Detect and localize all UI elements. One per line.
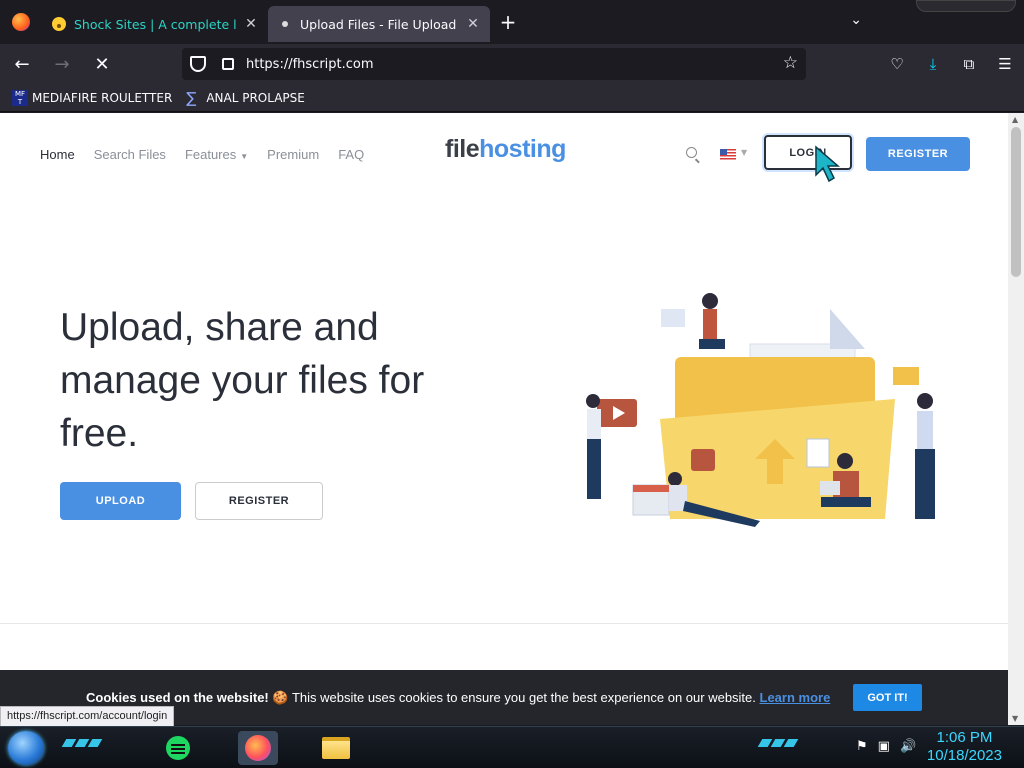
new-tab-button[interactable]: +	[490, 4, 526, 40]
firefox-icon	[245, 735, 271, 761]
nav-search-files[interactable]: Search Files	[94, 147, 166, 162]
close-icon[interactable]: ✕	[466, 16, 480, 32]
clock[interactable]: 1:06 PM 10/18/2023	[927, 729, 1002, 765]
page-scrollbar[interactable]: ▲ ▼	[1008, 113, 1024, 725]
file-explorer-taskbar-button[interactable]	[316, 731, 356, 765]
bookmark-mediafire[interactable]: MF T MEDIAFIRE ROULETTER	[12, 89, 173, 106]
volume-icon[interactable]: 🔊	[900, 739, 916, 754]
folder-icon	[322, 737, 350, 759]
firefox-menu-icon[interactable]	[0, 0, 42, 44]
logo-file: file	[445, 135, 480, 163]
mouse-cursor-icon	[815, 145, 841, 183]
tab-title: Upload Files - File Upload Script	[300, 16, 458, 32]
firefox-taskbar-button[interactable]	[238, 731, 278, 765]
nav-bar: ← → ✕ https://fhscript.com ☆ ♡ ⤓ ⧉ ☰	[0, 44, 1024, 84]
forward-button[interactable]: →	[44, 48, 80, 80]
got-it-button[interactable]: GOT IT!	[853, 684, 922, 711]
site-logo[interactable]: filehosting	[445, 135, 566, 164]
window-frame-decoration	[916, 0, 1016, 12]
bookmarks-bar: MF T MEDIAFIRE ROULETTER ∑ ANAL PROLAPSE	[0, 84, 1024, 112]
nav-premium[interactable]: Premium	[267, 147, 319, 162]
bookmark-second[interactable]: ∑ ANAL PROLAPSE	[186, 90, 305, 106]
download-icon[interactable]: ⤓	[922, 55, 944, 73]
clock-date: 10/18/2023	[926, 747, 1002, 764]
bookmark-label: MEDIAFIRE ROULETTER	[32, 90, 173, 105]
hero-title: Upload, share and manage your files for …	[60, 306, 425, 455]
network-icon[interactable]: ▣	[878, 739, 890, 754]
tab-bar: Shock Sites | A complete list of ✕ Uploa…	[0, 0, 1024, 44]
chevron-down-icon: ▼	[240, 152, 249, 161]
us-flag-icon[interactable]	[720, 149, 736, 160]
scroll-up-icon[interactable]: ▲	[1012, 115, 1018, 124]
sigma-icon: ∑	[186, 88, 197, 107]
back-button[interactable]: ←	[4, 48, 40, 80]
system-tray: ⚑ ▣ 🔊	[856, 739, 916, 754]
cookie-message: Cookies used on the website! 🍪 This webs…	[86, 690, 830, 706]
nav-features-label: Features	[184, 147, 237, 162]
spotify-taskbar-button[interactable]	[158, 731, 198, 765]
status-url-tooltip: https://fhscript.com/account/login	[0, 706, 175, 727]
stop-loading-button[interactable]: ✕	[84, 48, 120, 80]
section-divider	[0, 623, 1008, 624]
tab-shock-sites[interactable]: Shock Sites | A complete list of ✕	[42, 6, 268, 42]
register-button[interactable]: REGISTER	[866, 137, 970, 171]
start-orb-icon[interactable]	[8, 731, 44, 765]
flag-icon[interactable]: ⚑	[856, 739, 868, 754]
learn-more-link[interactable]: Learn more	[760, 690, 831, 705]
loading-dot-icon	[282, 21, 288, 27]
chevron-down-icon[interactable]: ▼	[741, 148, 747, 157]
chevron-down-icon[interactable]: ⌄	[850, 12, 862, 28]
taskbar-decoration	[757, 739, 799, 749]
url-bar[interactable]: https://fhscript.com ☆	[182, 48, 806, 80]
nav-faq[interactable]: FAQ	[338, 147, 364, 162]
cookie-emoji-icon: 🍪	[272, 690, 289, 705]
page-viewport: Home Search Files Features ▼ Premium FAQ …	[0, 113, 1024, 725]
mediafire-icon: MF T	[12, 89, 28, 106]
url-text[interactable]: https://fhscript.com	[246, 57, 374, 72]
cookie-text: This website uses cookies to ensure you …	[288, 690, 760, 705]
shocked-emoji-icon	[52, 17, 66, 31]
taskbar: ⚑ ▣ 🔊 1:06 PM 10/18/2023	[0, 726, 1024, 768]
lock-icon[interactable]	[222, 58, 234, 70]
file-sharing-illustration	[586, 293, 935, 527]
cookie-title: Cookies used on the website!	[86, 690, 269, 705]
tab-upload-files[interactable]: Upload Files - File Upload Script ✕	[268, 6, 490, 42]
bookmark-label: ANAL PROLAPSE	[206, 90, 305, 105]
bookmark-star-icon[interactable]: ☆	[783, 53, 798, 73]
clock-time: 1:06 PM	[936, 729, 993, 746]
logo-hosting: hosting	[479, 135, 566, 163]
close-icon[interactable]: ✕	[244, 16, 258, 32]
shield-icon[interactable]	[190, 56, 206, 72]
scrollbar-thumb[interactable]	[1011, 127, 1021, 277]
nav-features[interactable]: Features ▼	[185, 147, 248, 162]
hamburger-menu-icon[interactable]: ☰	[994, 55, 1016, 73]
tab-title: Shock Sites | A complete list of	[74, 16, 236, 32]
search-icon[interactable]	[686, 147, 697, 158]
hero-register-button[interactable]: REGISTER	[195, 482, 323, 520]
upload-button[interactable]: UPLOAD	[60, 482, 181, 520]
pocket-icon[interactable]: ♡	[886, 55, 908, 73]
taskbar-decoration	[61, 739, 103, 749]
scroll-down-icon[interactable]: ▼	[1012, 714, 1018, 723]
nav-home[interactable]: Home	[40, 147, 75, 162]
extensions-icon[interactable]: ⧉	[958, 55, 980, 73]
spotify-icon	[166, 736, 190, 760]
site-nav: Home Search Files Features ▼ Premium FAQ	[40, 147, 364, 162]
